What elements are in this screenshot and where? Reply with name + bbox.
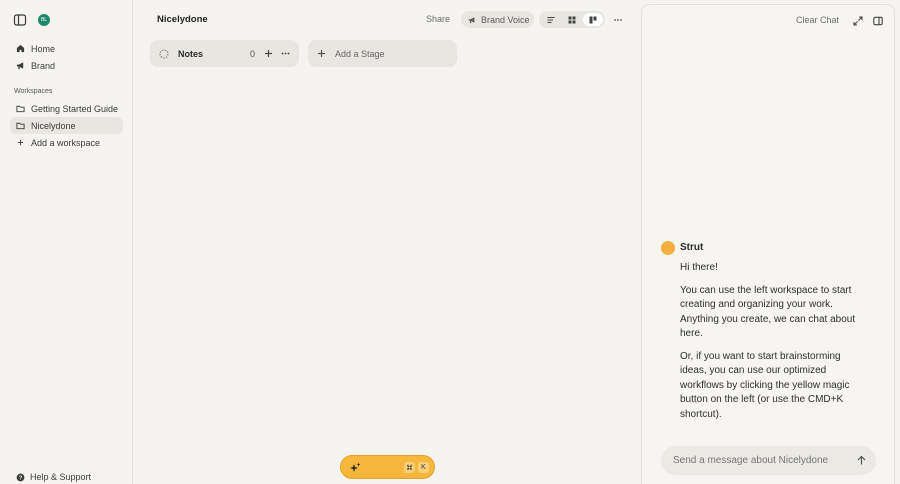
chat-message: Or, if you want to start brainstorming i… — [680, 351, 850, 420]
help-icon: ? — [16, 473, 25, 482]
sidebar-item-label: Nicelydone — [31, 120, 76, 131]
bot-name: Strut — [680, 242, 704, 253]
shortcut-key-cmd: ⌘ — [404, 462, 415, 473]
board-icon — [589, 16, 597, 24]
list-icon — [547, 16, 555, 24]
sidebar-toggle-icon[interactable] — [13, 13, 27, 27]
help-label: Help & Support — [30, 472, 92, 482]
brand-voice-button[interactable]: Brand Voice — [461, 11, 534, 28]
sidebar-item-brand[interactable]: Brand — [10, 57, 123, 74]
chat-input[interactable] — [673, 455, 843, 466]
megaphone-icon — [16, 61, 25, 70]
add-stage-label: Add a Stage — [335, 48, 385, 59]
add-stage-button[interactable]: Add a Stage — [308, 40, 457, 67]
svg-text:?: ? — [19, 475, 23, 481]
sidebar-item-label: Home — [31, 43, 56, 54]
sparkles-icon — [350, 462, 361, 473]
grid-icon — [568, 16, 576, 24]
avatar[interactable]: BL — [38, 14, 50, 26]
share-button[interactable]: Share — [426, 14, 450, 24]
main-area: Nicelydone Share Brand Voice Notes 0 Add… — [133, 0, 640, 484]
loading-icon — [159, 49, 169, 59]
add-workspace-label: Add a workspace — [31, 137, 101, 148]
add-workspace-button[interactable]: Add a workspace — [10, 134, 123, 151]
stage-name: Notes — [178, 48, 204, 59]
plus-icon — [317, 49, 326, 58]
grid-view-button[interactable] — [562, 13, 582, 26]
sidebar: BL Home Brand Workspaces Getting Started… — [0, 0, 133, 484]
help-support-link[interactable]: ? Help & Support — [16, 472, 91, 482]
expand-icon[interactable] — [853, 16, 863, 26]
chat-panel: Clear Chat Strut Hi there! You can use t… — [641, 4, 895, 484]
stage-menu-icon[interactable] — [281, 49, 290, 58]
sidebar-item-nicelydone[interactable]: Nicelydone — [10, 117, 123, 134]
brand-voice-label: Brand Voice — [481, 14, 530, 25]
bot-avatar — [661, 241, 675, 255]
home-icon — [16, 44, 25, 53]
clear-chat-button[interactable]: Clear Chat — [796, 15, 839, 25]
sidebar-top: BL — [13, 13, 50, 27]
sidebar-item-label: Getting Started Guide — [31, 103, 119, 114]
sidebar-item-home[interactable]: Home — [10, 40, 123, 57]
folder-icon — [16, 121, 25, 130]
workspaces-section-label: Workspaces — [14, 88, 53, 95]
magic-button[interactable]: ⌘ K — [340, 455, 435, 479]
list-view-button[interactable] — [541, 13, 561, 26]
shortcut-key-k: K — [418, 462, 429, 473]
chat-message: You can use the left workspace to start … — [680, 285, 856, 340]
page-title: Nicelydone — [157, 14, 208, 25]
folder-icon — [16, 104, 25, 113]
stage-count: 0 — [250, 48, 256, 59]
send-icon[interactable] — [856, 455, 867, 466]
sidebar-item-getting-started[interactable]: Getting Started Guide — [10, 100, 123, 117]
add-card-icon[interactable] — [264, 49, 273, 58]
sidebar-item-label: Brand — [31, 60, 56, 71]
megaphone-icon — [468, 16, 476, 24]
chat-message: Hi there! — [680, 262, 718, 273]
panel-toggle-icon[interactable] — [873, 16, 883, 26]
view-toggle — [539, 11, 605, 28]
stage-card[interactable]: Notes 0 — [150, 40, 299, 67]
board-view-button[interactable] — [583, 13, 603, 26]
chat-input-container — [661, 446, 876, 475]
more-options-icon[interactable] — [613, 15, 623, 25]
plus-icon — [16, 138, 25, 147]
